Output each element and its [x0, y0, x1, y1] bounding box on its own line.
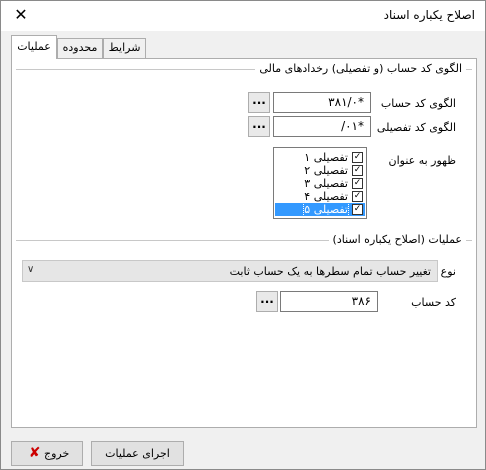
title-bar: اصلاح یکباره اسناد ✕ — [1, 1, 485, 31]
close-icon[interactable]: ✕ — [1, 1, 41, 31]
list-item-label: تفصیلی ۵ — [303, 202, 349, 217]
checkbox-checked-icon[interactable]: ✓ — [352, 191, 363, 202]
operations-group-title: عملیات (اصلاح یکباره اسناد) — [328, 233, 466, 246]
account-pattern-browse-button[interactable]: ... — [248, 92, 270, 113]
tab-range[interactable]: محدوده — [57, 38, 103, 58]
checkbox-checked-icon[interactable]: ✓ — [352, 165, 363, 176]
list-item-label: تفصیلی ۲ — [304, 164, 348, 177]
list-item-label: تفصیلی ۳ — [304, 177, 348, 190]
account-code-input[interactable]: ۳۸۶ — [280, 291, 378, 312]
account-code-label: کد حساب — [411, 296, 456, 309]
tab-strip: عملیات محدوده شرایط — [1, 35, 485, 59]
exit-button[interactable]: خروج ✘ — [11, 441, 83, 466]
detail-pattern-browse-button[interactable]: ... — [248, 116, 270, 137]
checkbox-checked-icon[interactable]: ✓ — [352, 178, 363, 189]
account-pattern-label: الگوی کد حساب — [380, 97, 456, 110]
window-title: اصلاح یکباره اسناد — [383, 8, 475, 22]
tab-operations[interactable]: عملیات — [11, 35, 57, 59]
chevron-down-icon[interactable]: ∨ — [27, 264, 34, 275]
pattern-group-title: الگوی کد حساب (و تفصیلی) رخدادهای مالی — [255, 62, 466, 75]
operation-type-select[interactable]: ∨ تغییر حساب تمام سطرها به یک حساب ثابت — [22, 260, 438, 282]
list-item-label: تفصیلی ۱ — [304, 151, 348, 164]
list-item-selected[interactable]: ✓ تفصیلی ۵ — [275, 202, 365, 217]
operation-type-value: تغییر حساب تمام سطرها به یک حساب ثابت — [229, 265, 431, 278]
list-item[interactable]: ✓ تفصیلی ۳ — [275, 177, 365, 190]
list-item[interactable]: ✓ تفصیلی ۱ — [275, 151, 365, 164]
list-item[interactable]: ✓ تفصیلی ۴ — [275, 190, 365, 203]
account-pattern-input[interactable]: *۳۸۱/۰ — [273, 92, 371, 113]
appear-as-checklist: ✓ تفصیلی ۱ ✓ تفصیلی ۲ ✓ تفصیلی ۳ ✓ تفصیل… — [273, 147, 367, 219]
detail-pattern-label: الگوی کد تفصیلی — [376, 121, 456, 134]
account-code-browse-button[interactable]: ... — [256, 291, 278, 312]
detail-pattern-input[interactable]: *۰۱/ — [273, 116, 371, 137]
exit-label: خروج — [43, 447, 70, 460]
appear-as-label: ظهور به عنوان — [388, 154, 456, 167]
exit-x-icon: ✘ — [28, 445, 41, 461]
list-item-label: تفصیلی ۴ — [304, 190, 348, 203]
run-operations-button[interactable]: اجرای عملیات — [91, 441, 184, 466]
list-item[interactable]: ✓ تفصیلی ۲ — [275, 164, 365, 177]
checkbox-checked-icon[interactable]: ✓ — [352, 152, 363, 163]
dialog-window: اصلاح یکباره اسناد ✕ عملیات محدوده شرایط… — [0, 0, 486, 470]
tab-conditions[interactable]: شرایط — [103, 38, 146, 58]
operations-tab-panel: الگوی کد حساب (و تفصیلی) رخدادهای مالی ا… — [11, 58, 477, 428]
checkbox-checked-icon[interactable]: ✓ — [352, 204, 363, 215]
